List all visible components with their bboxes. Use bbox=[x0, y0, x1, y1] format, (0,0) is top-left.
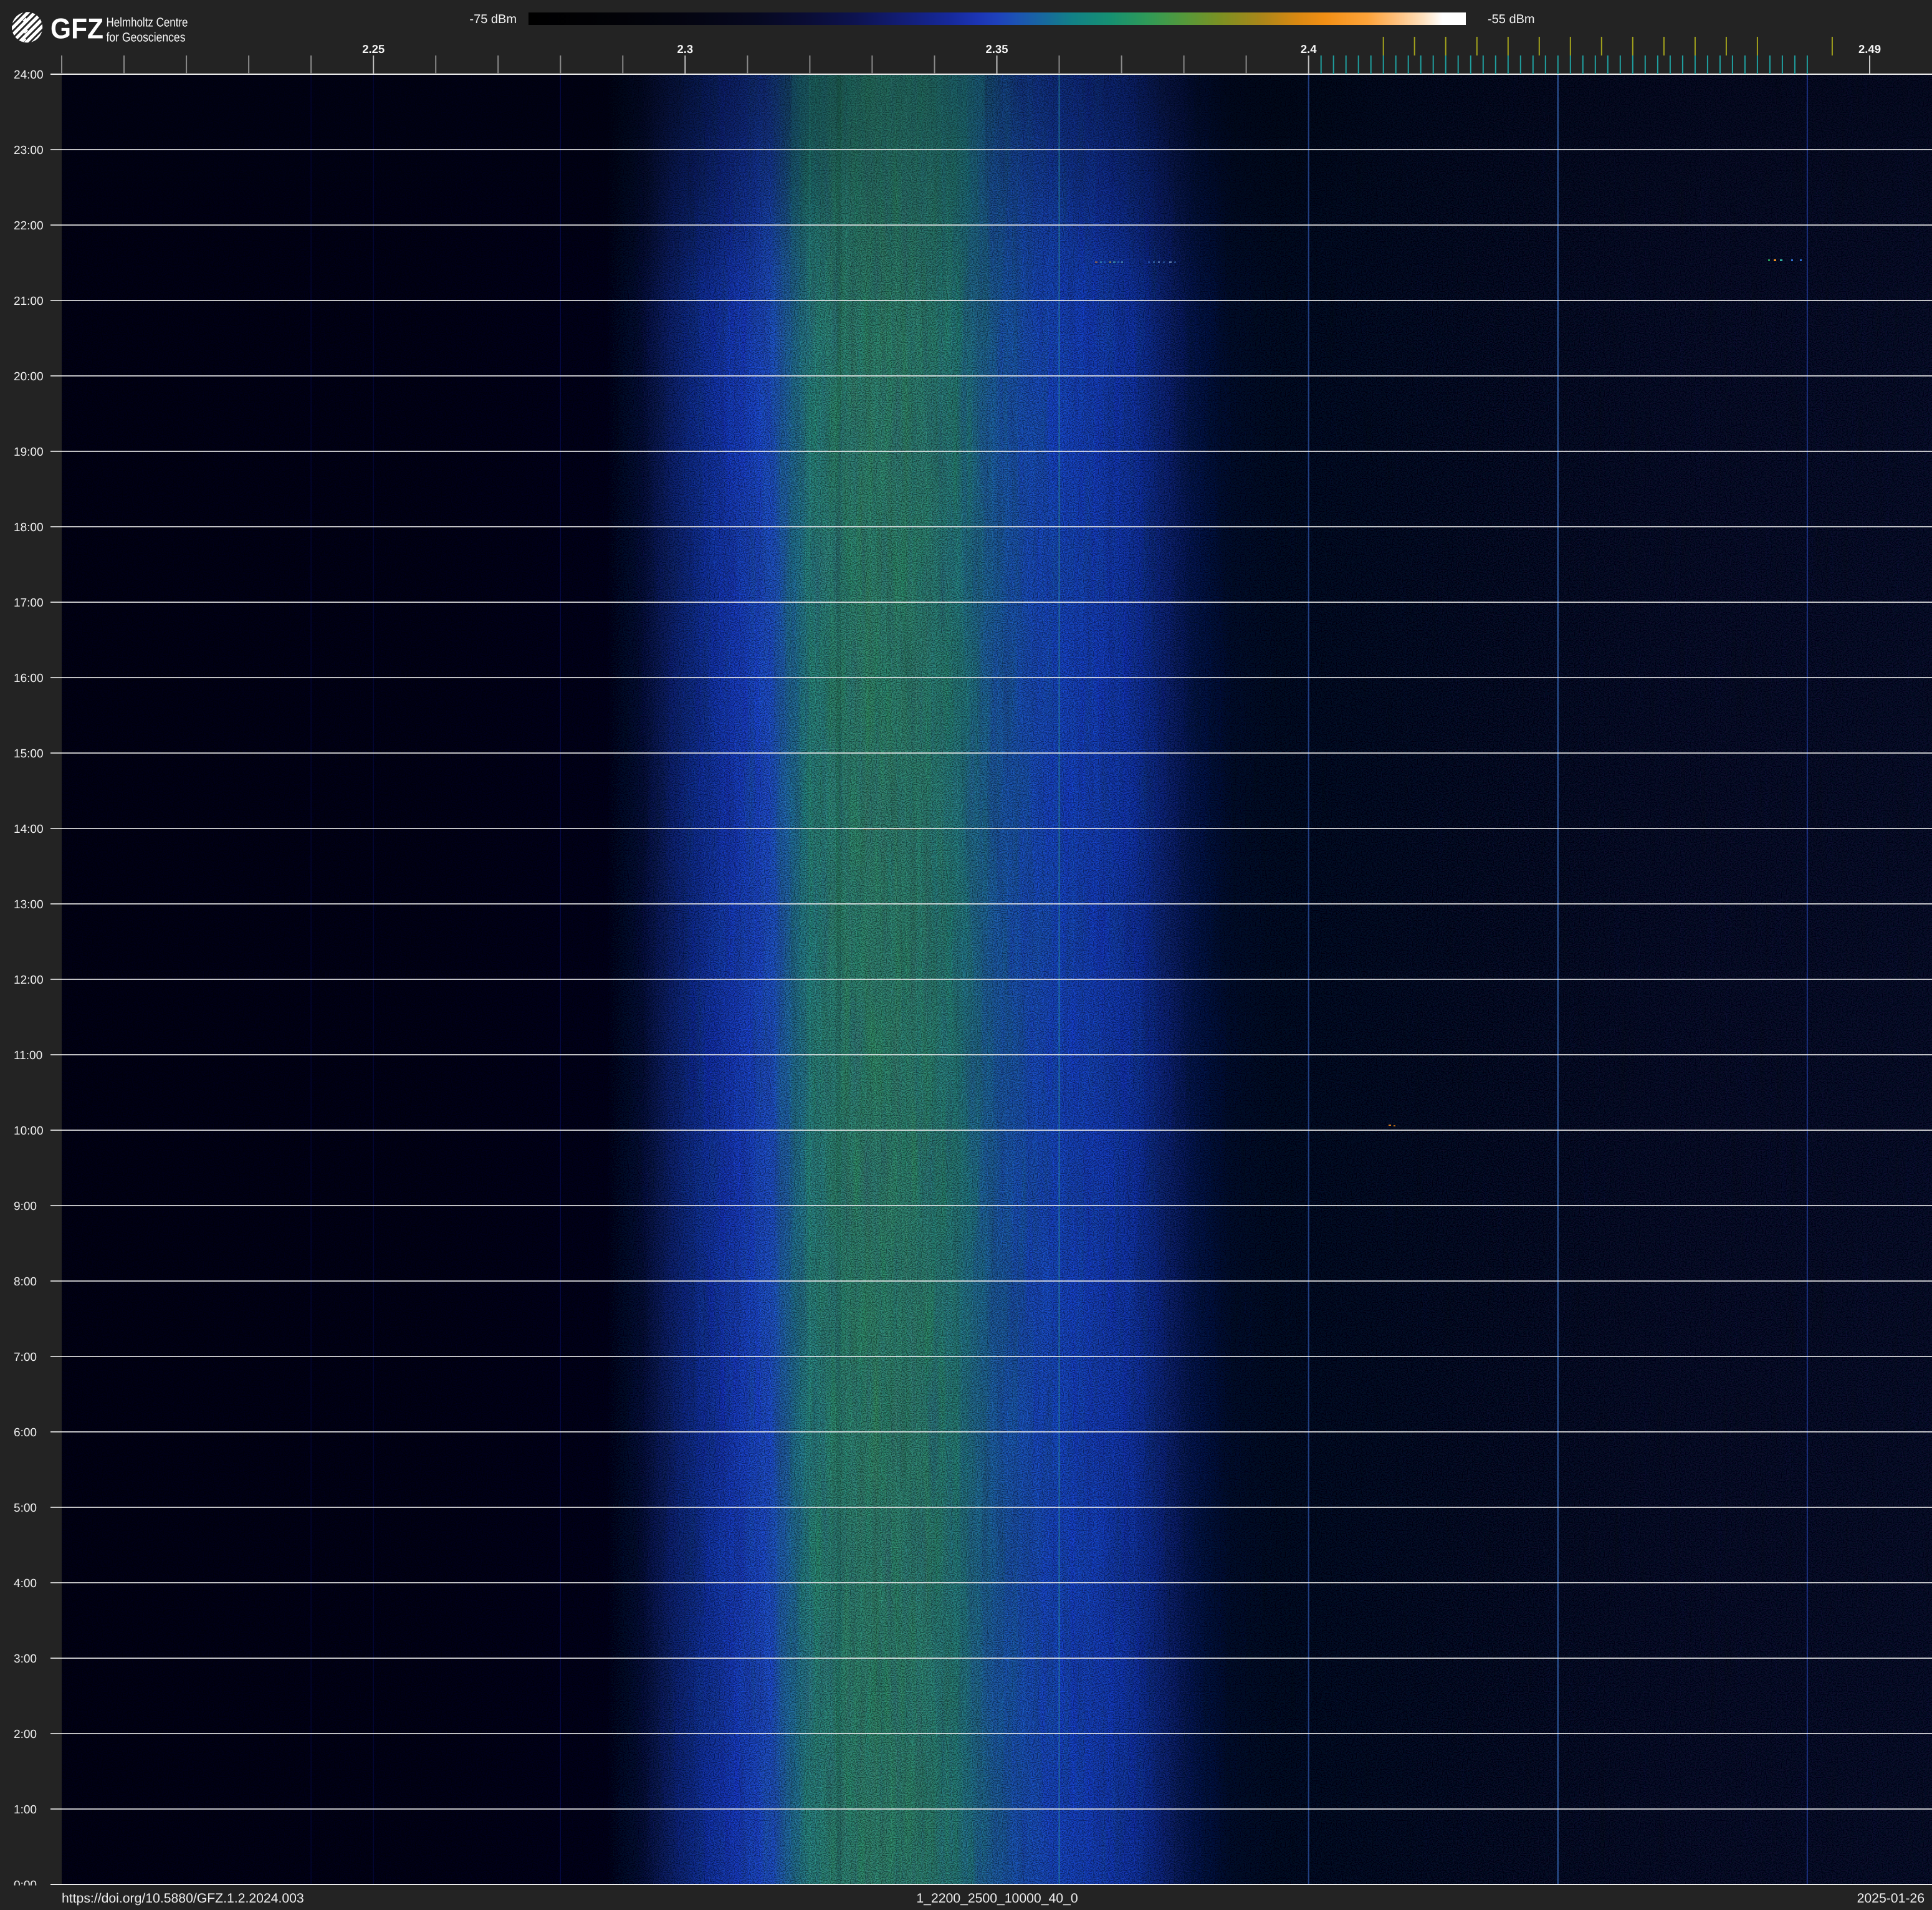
svg-text:2.49: 2.49 bbox=[1858, 42, 1881, 55]
svg-text:21:00: 21:00 bbox=[14, 295, 44, 308]
svg-text:GFZ: GFZ bbox=[50, 12, 103, 45]
svg-text:2:00: 2:00 bbox=[14, 1728, 37, 1741]
svg-text:1:00: 1:00 bbox=[14, 1803, 37, 1816]
svg-text:6:00: 6:00 bbox=[14, 1426, 37, 1439]
svg-text:20:00: 20:00 bbox=[14, 370, 44, 383]
svg-text:13:00: 13:00 bbox=[14, 898, 44, 911]
svg-text:15:00: 15:00 bbox=[14, 747, 44, 761]
svg-text:12:00: 12:00 bbox=[14, 974, 44, 987]
svg-text:2.4: 2.4 bbox=[1301, 42, 1317, 55]
svg-text:22:00: 22:00 bbox=[14, 219, 44, 233]
svg-text:2.35: 2.35 bbox=[985, 42, 1008, 55]
svg-text:9:00: 9:00 bbox=[14, 1200, 37, 1213]
svg-text:-75 dBm: -75 dBm bbox=[469, 12, 517, 26]
svg-text:2025-01-26: 2025-01-26 bbox=[1857, 1891, 1925, 1906]
svg-text:https://doi.org/10.5880/GFZ.1.: https://doi.org/10.5880/GFZ.1.2.2024.003 bbox=[62, 1891, 304, 1906]
svg-text:17:00: 17:00 bbox=[14, 597, 44, 610]
svg-text:-55 dBm: -55 dBm bbox=[1488, 12, 1535, 26]
svg-text:1_2200_2500_10000_40_0: 1_2200_2500_10000_40_0 bbox=[916, 1891, 1078, 1906]
svg-text:23:00: 23:00 bbox=[14, 144, 44, 157]
svg-text:4:00: 4:00 bbox=[14, 1577, 37, 1590]
svg-text:3:00: 3:00 bbox=[14, 1653, 37, 1666]
svg-text:8:00: 8:00 bbox=[14, 1275, 37, 1289]
svg-text:10:00: 10:00 bbox=[14, 1125, 44, 1138]
svg-text:2.3: 2.3 bbox=[677, 42, 693, 55]
svg-text:19:00: 19:00 bbox=[14, 446, 44, 459]
svg-text:11:00: 11:00 bbox=[14, 1049, 42, 1062]
svg-text:5:00: 5:00 bbox=[14, 1502, 37, 1515]
svg-text:24:00: 24:00 bbox=[14, 69, 44, 82]
svg-text:2.25: 2.25 bbox=[362, 42, 385, 55]
svg-text:for Geosciences: for Geosciences bbox=[107, 31, 186, 45]
svg-text:7:00: 7:00 bbox=[14, 1351, 37, 1364]
svg-text:14:00: 14:00 bbox=[14, 823, 44, 836]
svg-text:Helmholtz Centre: Helmholtz Centre bbox=[107, 16, 188, 30]
svg-text:18:00: 18:00 bbox=[14, 521, 44, 534]
svg-text:16:00: 16:00 bbox=[14, 672, 44, 685]
